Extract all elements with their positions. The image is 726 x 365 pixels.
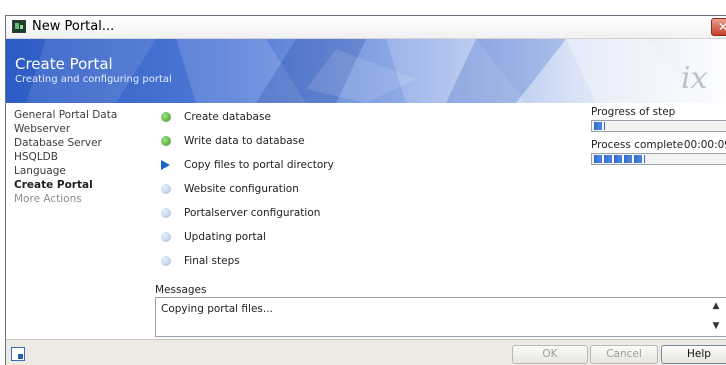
step-label: Website configuration: [184, 183, 299, 195]
progress-panel: Progress of step Process complete 00:00:…: [591, 106, 726, 165]
step-pending-icon: [161, 232, 171, 242]
step-pending-icon: [161, 184, 171, 194]
minimize-to-tray-icon[interactable]: [11, 347, 25, 361]
sidebar-item-more-actions: More Actions: [14, 193, 82, 205]
message-line: Copying portal files...: [161, 303, 273, 315]
banner-title: Create Portal: [15, 55, 113, 73]
step-label: Updating portal: [184, 231, 267, 243]
messages-label: Messages: [155, 284, 207, 296]
sidebar-item-create-portal[interactable]: Create Portal: [14, 178, 154, 192]
step-progress-fill: [594, 122, 605, 130]
step-label: Create database: [184, 111, 271, 123]
cancel-button[interactable]: Cancel: [590, 345, 658, 364]
sidebar-item-general-portal-data[interactable]: General Portal Data: [14, 108, 154, 122]
process-complete-label: Process complete: [591, 139, 684, 151]
product-logo: ix: [681, 61, 708, 96]
step-done-icon: [161, 112, 171, 122]
close-icon: ✕: [718, 20, 726, 34]
sidebar-item-language[interactable]: Language: [14, 164, 154, 178]
wizard-sidebar: General Portal Data Webserver Database S…: [14, 108, 154, 206]
step-progress-label: Progress of step: [591, 106, 676, 118]
step-pending-icon: [161, 208, 171, 218]
step-label: Copy files to portal directory: [184, 159, 334, 171]
step-label: Final steps: [184, 255, 240, 267]
step-label: Write data to database: [184, 135, 305, 147]
messages-textarea[interactable]: Copying portal files... ▲ ▼: [155, 297, 726, 337]
step-label: Portalserver configuration: [184, 207, 321, 219]
elapsed-time: 00:00:09: [683, 139, 726, 151]
step-progress-bar: [591, 120, 726, 132]
process-progress-fill: [594, 155, 645, 163]
dialog-footer: OK Cancel Help: [6, 339, 726, 365]
app-icon: [12, 20, 26, 33]
step-current-arrow-icon: [161, 160, 171, 170]
banner-subtitle: Creating and configuring portal: [15, 74, 172, 85]
help-button[interactable]: Help: [661, 345, 726, 364]
scroll-down-icon[interactable]: ▼: [710, 320, 722, 332]
banner-decoration: [26, 39, 696, 103]
header-banner: Create Portal Creating and configuring p…: [6, 39, 726, 103]
window-title: New Portal...: [32, 19, 115, 34]
process-progress-bar: [591, 153, 726, 165]
sidebar-item-webserver[interactable]: Webserver: [14, 122, 154, 136]
sidebar-item-hsqldb[interactable]: HSQLDB: [14, 150, 154, 164]
new-portal-dialog: New Portal... ✕ Create Portal Creating a…: [5, 15, 726, 365]
step-done-icon: [161, 136, 171, 146]
step-pending-icon: [161, 256, 171, 266]
sidebar-item-database-server[interactable]: Database Server: [14, 136, 154, 150]
scroll-up-icon[interactable]: ▲: [710, 300, 722, 312]
ok-button[interactable]: OK: [512, 345, 588, 364]
title-bar[interactable]: New Portal... ✕: [6, 16, 726, 39]
close-button[interactable]: ✕: [711, 18, 726, 36]
